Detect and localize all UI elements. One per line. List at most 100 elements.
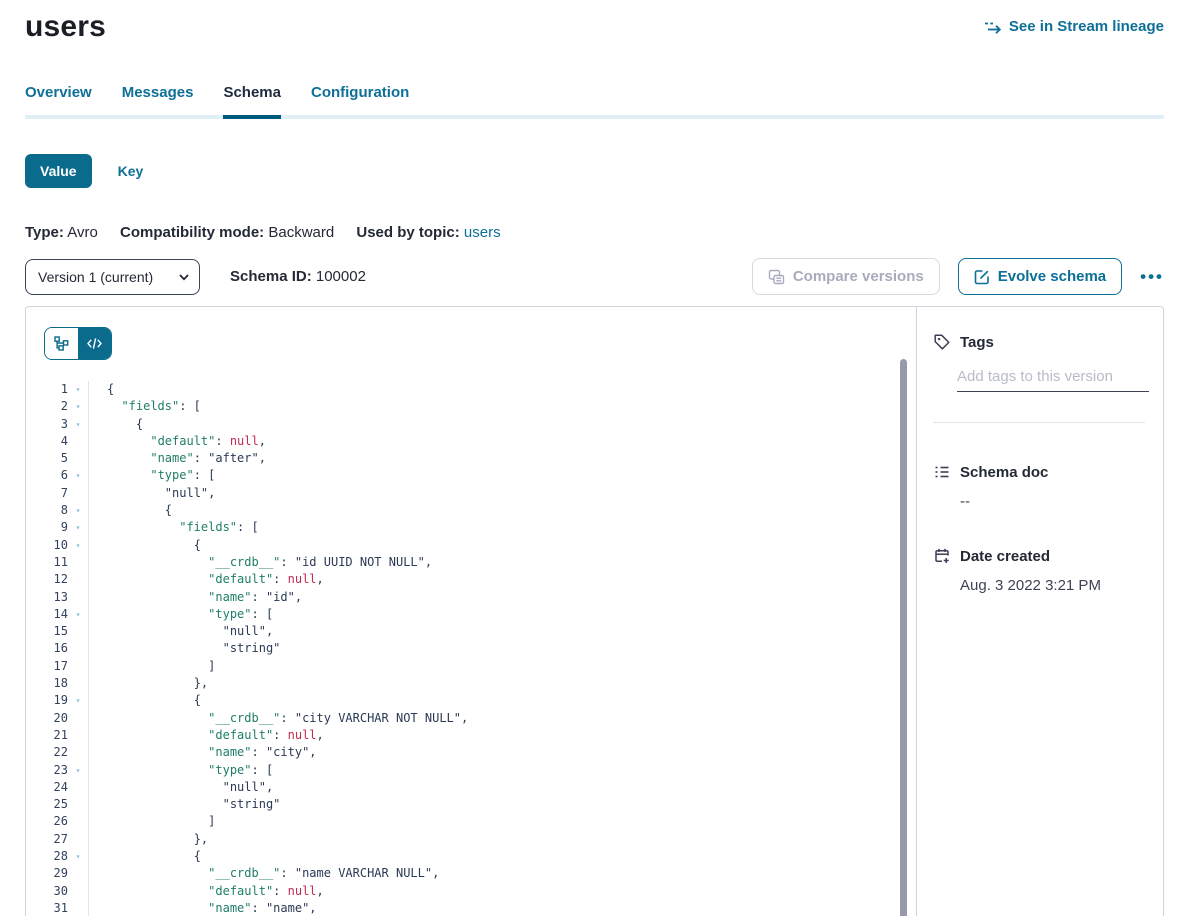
code-text: "null", <box>88 623 273 640</box>
code-editor[interactable]: 1▾{2▾"fields": [3▾{4"default": null,5"na… <box>26 381 916 916</box>
fold-spacer <box>68 710 88 727</box>
code-text: "name": "id", <box>88 589 302 606</box>
fold-toggle-icon[interactable]: ▾ <box>68 762 88 779</box>
code-text: "fields": [ <box>88 519 259 536</box>
version-select-wrap: Version 1 (current) <box>25 259 200 295</box>
fold-toggle-icon[interactable]: ▾ <box>68 381 88 398</box>
key-toggle-button[interactable]: Key <box>118 163 144 179</box>
code-line: 17] <box>26 658 916 675</box>
line-number: 19 <box>26 692 68 709</box>
version-select[interactable]: Version 1 (current) <box>25 259 200 295</box>
stream-lineage-link[interactable]: See in Stream lineage <box>984 18 1164 35</box>
fold-spacer <box>68 900 88 916</box>
fold-toggle-icon[interactable]: ▾ <box>68 692 88 709</box>
code-text: "name": "after", <box>88 450 266 467</box>
schema-doc-header: Schema doc <box>933 463 1149 481</box>
code-text: { <box>88 416 143 433</box>
sidebar-divider <box>933 422 1145 423</box>
fold-spacer <box>68 589 88 606</box>
code-line: 14▾"type": [ <box>26 606 916 623</box>
line-number: 15 <box>26 623 68 640</box>
code-line: 19▾{ <box>26 692 916 709</box>
fold-toggle-icon[interactable]: ▾ <box>68 416 88 433</box>
code-text: "name": "city", <box>88 744 317 761</box>
tree-view-icon <box>54 336 69 351</box>
compare-icon <box>768 269 785 285</box>
tab-messages[interactable]: Messages <box>122 84 194 119</box>
code-text: { <box>88 848 201 865</box>
tab-schema[interactable]: Schema <box>223 84 281 119</box>
vertical-scrollbar[interactable] <box>900 359 907 916</box>
fold-toggle-icon[interactable]: ▾ <box>68 519 88 536</box>
evolve-schema-button[interactable]: Evolve schema <box>958 258 1122 295</box>
schema-meta: Type: Avro Compatibility mode: Backward … <box>25 224 1164 241</box>
code-text: "default": null, <box>88 883 324 900</box>
code-line: 30 "default": null, <box>26 883 916 900</box>
code-text: "__crdb__": "city VARCHAR NOT NULL", <box>88 710 468 727</box>
schema-code-pane: 1▾{2▾"fields": [3▾{4"default": null,5"na… <box>26 307 916 916</box>
line-number: 28 <box>26 848 68 865</box>
line-number: 7 <box>26 485 68 502</box>
fold-spacer <box>68 779 88 796</box>
fold-spacer <box>68 554 88 571</box>
code-text: { <box>88 537 201 554</box>
code-line: 10▾{ <box>26 537 916 554</box>
code-line: 25"string" <box>26 796 916 813</box>
code-line: 4"default": null, <box>26 433 916 450</box>
line-number: 16 <box>26 640 68 657</box>
page-header: users See in Stream lineage <box>25 0 1164 44</box>
tab-overview[interactable]: Overview <box>25 84 92 119</box>
fold-spacer <box>68 571 88 588</box>
calendar-plus-icon <box>933 547 951 565</box>
fold-spacer <box>68 744 88 761</box>
code-line: 29"__crdb__": "name VARCHAR NULL", <box>26 865 916 882</box>
line-number: 22 <box>26 744 68 761</box>
fold-toggle-icon[interactable]: ▾ <box>68 467 88 484</box>
fold-toggle-icon[interactable]: ▾ <box>68 537 88 554</box>
schema-kind-toggle: Value Key <box>25 154 1164 188</box>
code-text: }, <box>88 831 208 848</box>
code-line: 13"name": "id", <box>26 589 916 606</box>
code-text: ] <box>88 658 215 675</box>
line-number: 29 <box>26 865 68 882</box>
page-title: users <box>25 10 106 44</box>
fold-spacer <box>68 727 88 744</box>
line-number: 26 <box>26 813 68 830</box>
tags-input[interactable] <box>957 366 1149 392</box>
line-number: 2 <box>26 398 68 415</box>
fold-toggle-icon[interactable]: ▾ <box>68 606 88 623</box>
tab-underline-track <box>25 115 1164 119</box>
code-text: "default": null, <box>88 727 324 744</box>
fold-toggle-icon[interactable]: ▾ <box>68 502 88 519</box>
code-text: }, <box>88 675 208 692</box>
edit-icon <box>974 269 990 285</box>
compatibility-meta: Compatibility mode: Backward <box>120 224 334 241</box>
fold-spacer <box>68 831 88 848</box>
tab-configuration[interactable]: Configuration <box>311 84 409 119</box>
topic-link[interactable]: users <box>464 224 501 241</box>
fold-spacer <box>68 813 88 830</box>
code-text: "type": [ <box>88 606 273 623</box>
code-line: 20"__crdb__": "city VARCHAR NOT NULL", <box>26 710 916 727</box>
code-text: "type": [ <box>88 467 215 484</box>
more-actions-button[interactable]: ••• <box>1140 267 1164 287</box>
code-text: "null", <box>88 485 215 502</box>
code-line: 28▾{ <box>26 848 916 865</box>
line-number: 4 <box>26 433 68 450</box>
line-number: 27 <box>26 831 68 848</box>
code-line: 27}, <box>26 831 916 848</box>
stream-lineage-label: See in Stream lineage <box>1009 18 1164 35</box>
code-view-button[interactable] <box>78 328 111 359</box>
code-line: 23▾"type": [ <box>26 762 916 779</box>
line-number: 8 <box>26 502 68 519</box>
line-number: 9 <box>26 519 68 536</box>
fold-toggle-icon[interactable]: ▾ <box>68 848 88 865</box>
tags-section: Tags <box>933 333 1149 423</box>
value-toggle-button[interactable]: Value <box>25 154 92 188</box>
line-number: 30 <box>26 883 68 900</box>
line-number: 31 <box>26 900 68 916</box>
compare-versions-button[interactable]: Compare versions <box>752 258 940 295</box>
tree-view-button[interactable] <box>45 328 78 359</box>
version-sidebar: Tags Schema doc -- <box>916 307 1163 916</box>
fold-toggle-icon[interactable]: ▾ <box>68 398 88 415</box>
